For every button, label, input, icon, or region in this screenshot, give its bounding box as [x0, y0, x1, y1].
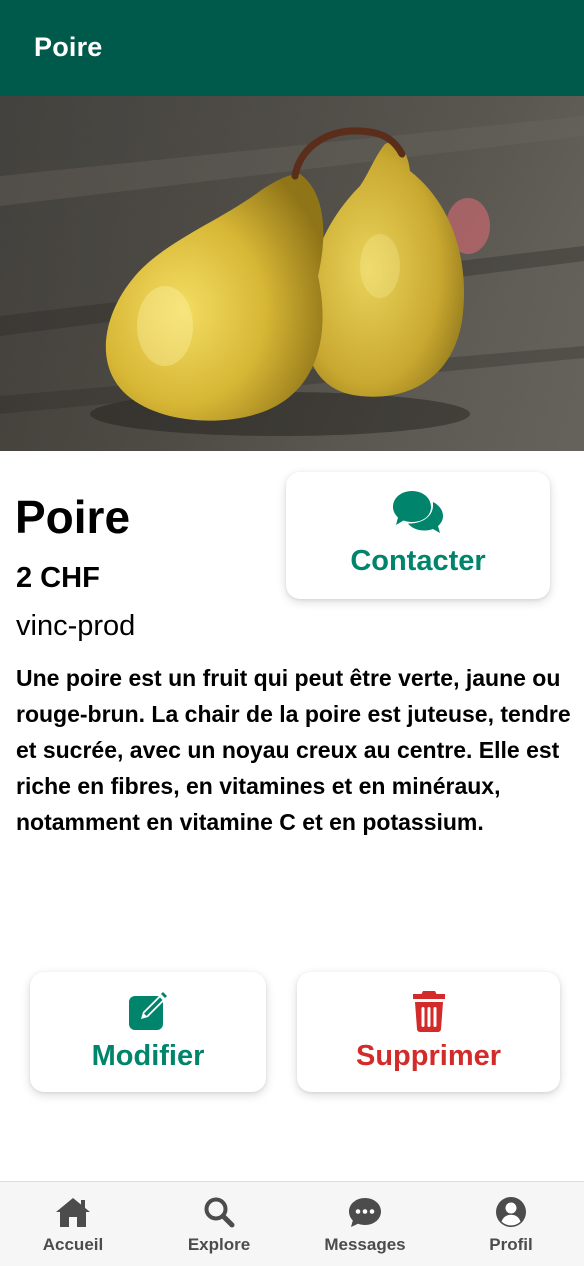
edit-icon	[127, 990, 169, 1037]
nav-item-profil[interactable]: Profil	[438, 1182, 584, 1266]
nav-label-explore: Explore	[187, 1235, 251, 1254]
product-name: Poire	[15, 491, 131, 543]
profile-icon	[495, 1196, 527, 1233]
pear-illustration	[0, 96, 584, 451]
bottom-nav: Accueil Explore Messages Profil	[0, 1181, 584, 1266]
nav-label-profil: Profil	[489, 1235, 533, 1254]
delete-button[interactable]: Supprimer	[297, 972, 560, 1092]
product-price: 2 CHF	[16, 562, 100, 594]
edit-label: Modifier	[91, 1040, 205, 1072]
trash-icon	[411, 989, 447, 1038]
nav-label-accueil: Accueil	[42, 1235, 104, 1254]
contact-button[interactable]: Contacter	[286, 472, 550, 599]
delete-label: Supprimer	[355, 1040, 502, 1072]
chat-bubbles-icon	[392, 488, 444, 541]
page-title: Poire	[34, 32, 103, 62]
edit-button[interactable]: Modifier	[30, 972, 266, 1092]
contact-label: Contacter	[350, 545, 486, 577]
nav-label-messages: Messages	[324, 1235, 406, 1254]
product-description: Une poire est un fruit qui peut être ver…	[16, 665, 571, 835]
nav-item-explore[interactable]: Explore	[146, 1182, 292, 1266]
product-photo	[0, 96, 584, 451]
product-seller: vinc-prod	[16, 610, 136, 642]
nav-item-accueil[interactable]: Accueil	[0, 1182, 146, 1266]
messages-icon	[348, 1196, 382, 1233]
home-icon	[55, 1196, 91, 1233]
search-icon	[203, 1196, 235, 1233]
nav-item-messages[interactable]: Messages	[292, 1182, 438, 1266]
app-bar: Poire	[0, 0, 584, 96]
